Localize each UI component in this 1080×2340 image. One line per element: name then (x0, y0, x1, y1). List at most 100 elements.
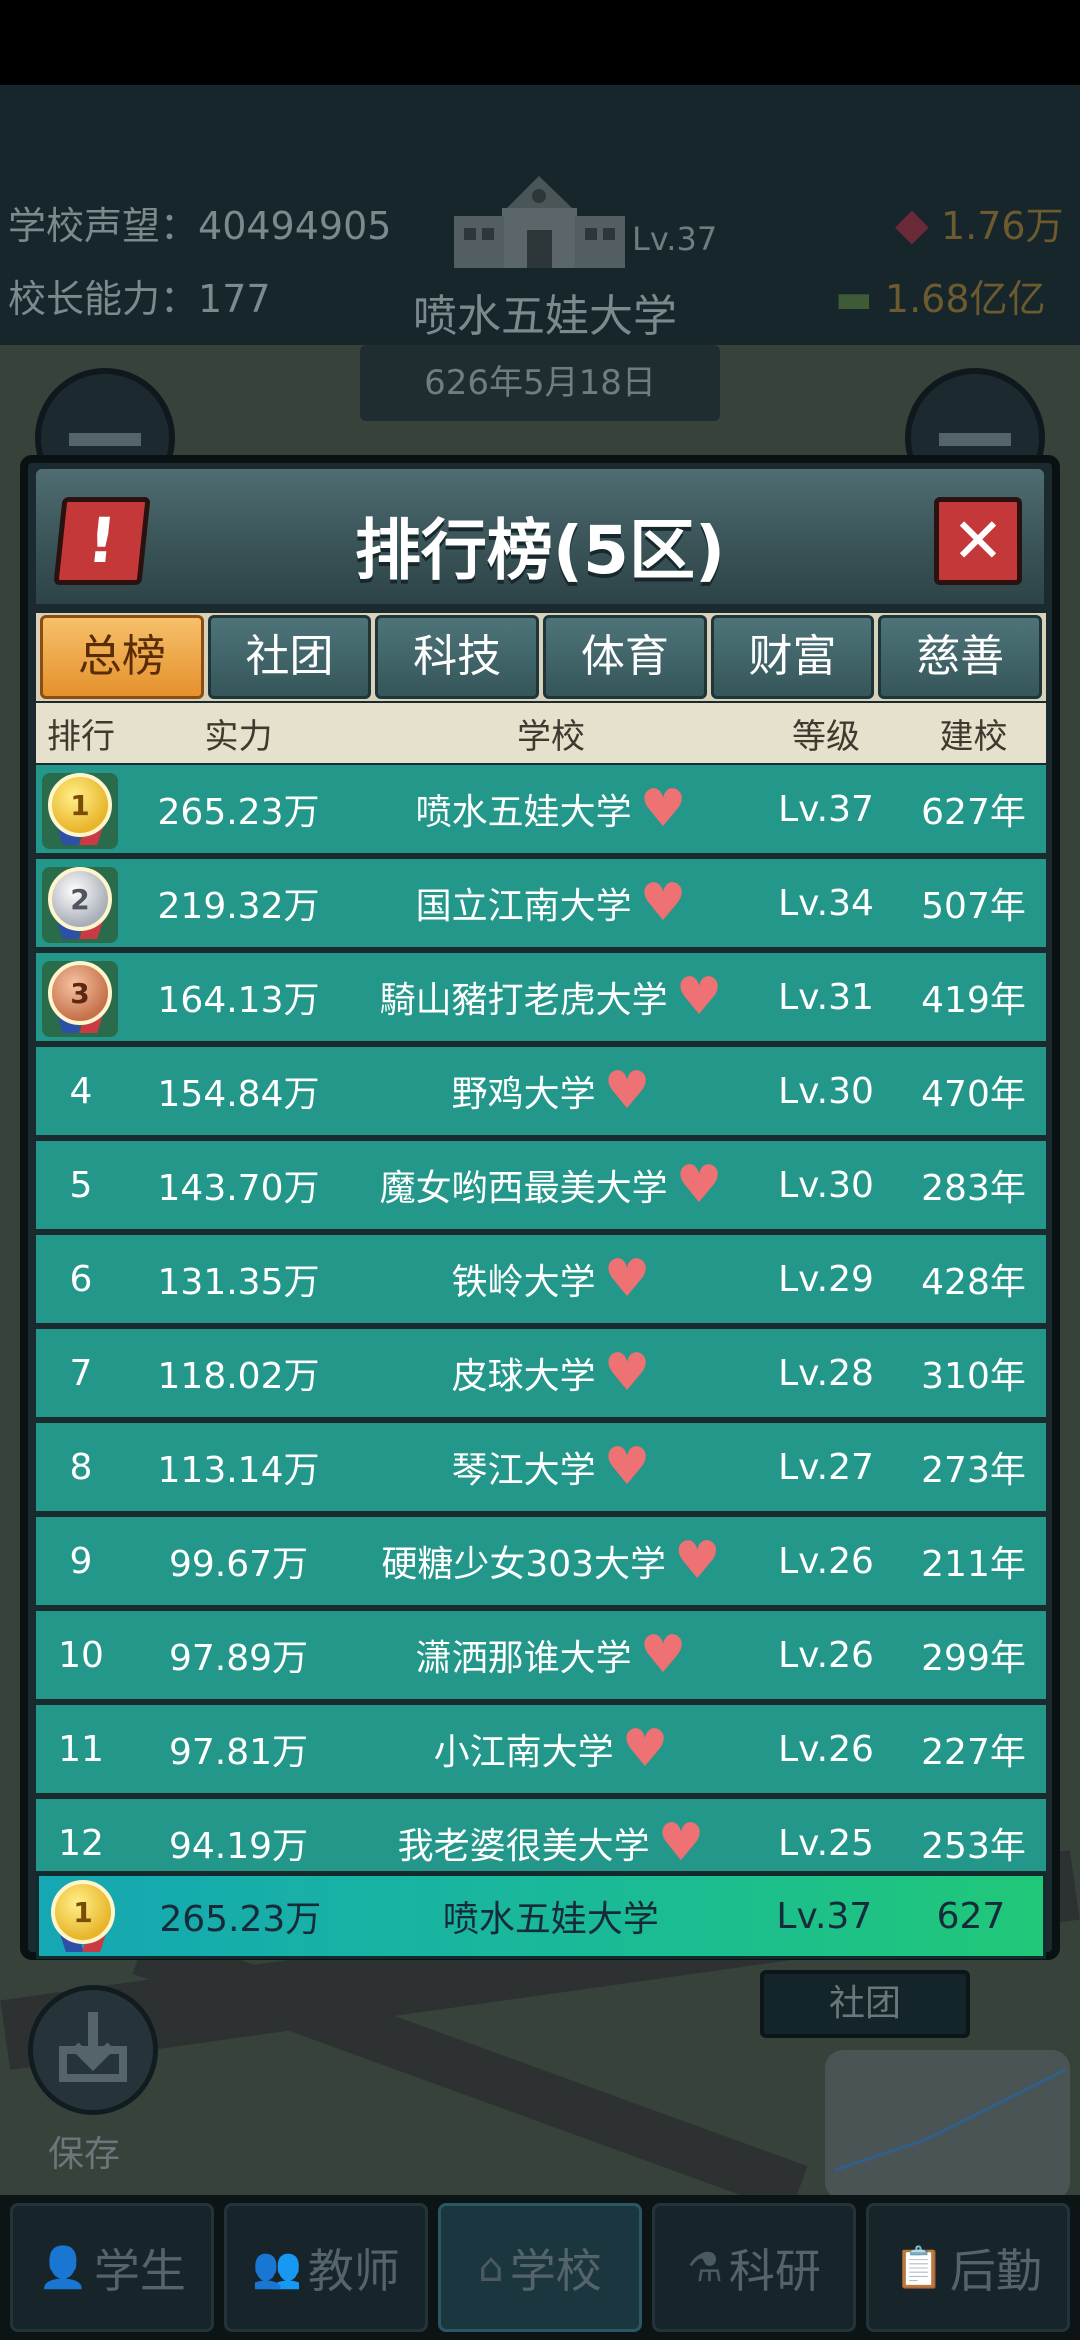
table-row[interactable]: 7 118.02万 皮球大学 ♥ Lv.28 310年 (36, 1329, 1046, 1417)
tab-charity[interactable]: 慈善 (878, 615, 1043, 699)
school-cell: 硬糖少女303大学 ♥ (351, 1535, 751, 1587)
ranking-list[interactable]: 1 265.23万 喷水五娃大学 ♥ Lv.37 627年 2 219.32万 国立江南大学 ♥ L… (36, 763, 1046, 1871)
nav-teachers[interactable]: 👥 教师 (224, 2203, 428, 2332)
rank-cell: 8 (69, 1446, 93, 1488)
table-row[interactable]: 12 94.19万 我老婆很美大学 ♥ Lv.25 253年 (36, 1799, 1046, 1871)
rank-cell: 10 (58, 1634, 104, 1676)
school-cell: 小江南大学 ♥ (351, 1723, 751, 1775)
close-icon: ✕ (952, 504, 1004, 577)
heart-icon[interactable]: ♥ (640, 877, 687, 929)
power-cell: 113.14万 (157, 1450, 320, 1491)
heart-icon[interactable]: ♥ (604, 1065, 651, 1117)
school-building-icon (454, 176, 625, 268)
level-cell: Lv.30 (778, 1164, 874, 1206)
gem-counter: ◆ 1.76万 (895, 195, 1064, 250)
my-school-name: 喷水五娃大学 (442, 1899, 659, 1940)
school-name: 小江南大学 (433, 1732, 614, 1773)
power-cell: 164.13万 (157, 980, 320, 1021)
rank-cell: 11 (58, 1728, 104, 1770)
tab-overall[interactable]: 总榜 (40, 615, 204, 699)
nav-research[interactable]: ⚗ 科研 (652, 2203, 856, 2332)
school-name: 野鸡大学 (451, 1074, 596, 1115)
table-row[interactable]: 4 154.84万 野鸡大学 ♥ Lv.30 470年 (36, 1047, 1046, 1135)
power-cell: 131.35万 (157, 1262, 320, 1303)
tab-sports[interactable]: 体育 (543, 615, 707, 699)
level-cell: Lv.29 (778, 1258, 874, 1300)
school-cell: 国立江南大学 ♥ (351, 877, 751, 929)
table-row[interactable]: 2 219.32万 国立江南大学 ♥ Lv.34 507年 (36, 859, 1046, 947)
level-cell: Lv.28 (778, 1352, 874, 1394)
close-button[interactable]: ✕ (934, 497, 1022, 585)
nav-logistics[interactable]: 📋 后勤 (866, 2203, 1070, 2332)
ranking-tabs: 总榜 社团 科技 体育 财富 慈善 (36, 613, 1046, 701)
column-power: 实力 (204, 716, 273, 757)
table-row[interactable]: 11 97.81万 小江南大学 ♥ Lv.26 227年 (36, 1705, 1046, 1793)
top-hud: 学校声望：40494905 校长能力：177 Lv.37 喷水五娃大学 ◆ 1.… (0, 85, 1080, 345)
founded-cell: 470年 (921, 1074, 1026, 1115)
power-cell: 94.19万 (168, 1826, 309, 1867)
heart-icon[interactable]: ♥ (640, 1629, 687, 1681)
level-cell: Lv.27 (778, 1446, 874, 1488)
trend-line (834, 2068, 1066, 2172)
heart-icon[interactable]: ♥ (604, 1253, 651, 1305)
founded-cell: 428年 (921, 1262, 1026, 1303)
heart-icon[interactable]: ♥ (676, 971, 723, 1023)
nav-teachers-label: 教师 (307, 2243, 400, 2298)
rank-cell: 6 (69, 1258, 93, 1300)
nav-students-label: 学生 (93, 2243, 186, 2298)
heart-icon[interactable]: ♥ (674, 1535, 721, 1587)
table-row[interactable]: 8 113.14万 琴江大学 ♥ Lv.27 273年 (36, 1423, 1046, 1511)
tab-club[interactable]: 社团 (207, 615, 372, 699)
club-building-tag[interactable]: 社团 (760, 1970, 970, 2038)
table-row[interactable]: 10 97.89万 潇洒那谁大学 ♥ Lv.26 299年 (36, 1611, 1046, 1699)
school-cell: 魔女哟西最美大学 ♥ (351, 1159, 751, 1211)
heart-icon[interactable]: ♥ (604, 1441, 651, 1493)
money-counter: ▬ 1.68亿亿 (835, 268, 1046, 323)
gem-icon: ◆ (895, 199, 929, 250)
nav-research-label: 科研 (728, 2243, 821, 2298)
tab-tech[interactable]: 科技 (375, 615, 540, 699)
student-icon: 👤 (38, 2245, 88, 2291)
cash-icon: ▬ (835, 276, 873, 322)
prestige-value: 40494905 (198, 204, 392, 248)
table-row[interactable]: 9 99.67万 硬糖少女303大学 ♥ Lv.26 211年 (36, 1517, 1046, 1605)
school-name: 魔女哟西最美大学 (379, 1168, 668, 1209)
rank-cell: 3 (36, 953, 126, 1041)
table-row[interactable]: 1 265.23万 喷水五娃大学 ♥ Lv.37 627年 (36, 765, 1046, 853)
column-header: 排行 实力 学校 等级 建校 (36, 703, 1046, 763)
column-school: 学校 (517, 716, 585, 757)
table-row[interactable]: 6 131.35万 铁岭大学 ♥ Lv.29 428年 (36, 1235, 1046, 1323)
heart-icon[interactable]: ♥ (604, 1347, 651, 1399)
power-cell: 97.89万 (168, 1638, 309, 1679)
school-name: 皮球大学 (451, 1356, 596, 1397)
mini-trend-chart[interactable] (825, 2050, 1070, 2200)
flask-icon: ⚗ (687, 2244, 723, 2291)
column-rank: 排行 (47, 716, 115, 757)
heart-icon[interactable]: ♥ (640, 783, 687, 835)
heart-icon[interactable]: ♥ (676, 1159, 723, 1211)
game-date: 626年5月18日 (360, 345, 720, 421)
school-name: 琴江大学 (451, 1450, 596, 1491)
nav-school[interactable]: ⌂ 学校 (438, 2203, 642, 2332)
clipboard-icon: 📋 (894, 2245, 944, 2291)
rank-cell: 9 (69, 1540, 93, 1582)
power-cell: 99.67万 (168, 1544, 309, 1585)
modal-title: 排行榜(5区) (354, 512, 726, 589)
teacher-icon: 👥 (252, 2245, 302, 2291)
school-name: 潇洒那谁大学 (415, 1638, 632, 1679)
table-row[interactable]: 5 143.70万 魔女哟西最美大学 ♥ Lv.30 283年 (36, 1141, 1046, 1229)
table-row[interactable]: 3 164.13万 騎山豬打老虎大学 ♥ Lv.31 419年 (36, 953, 1046, 1041)
gold-medal-icon: 1 (44, 773, 116, 845)
tab-wealth[interactable]: 财富 (710, 615, 875, 699)
my-school-row[interactable]: 1 265.23万 喷水五娃大学 Lv.37 627 (36, 1873, 1046, 1959)
school-cell: 铁岭大学 ♥ (351, 1253, 751, 1305)
my-level: Lv.37 (776, 1895, 873, 1937)
nav-students[interactable]: 👤 学生 (10, 2203, 214, 2332)
founded-cell: 273年 (921, 1450, 1026, 1491)
heart-icon[interactable]: ♥ (658, 1817, 705, 1869)
level-cell: Lv.34 (778, 882, 874, 924)
founded-cell: 211年 (921, 1544, 1026, 1585)
heart-icon[interactable]: ♥ (622, 1723, 669, 1775)
founded-cell: 310年 (921, 1356, 1026, 1397)
save-button[interactable] (28, 1985, 158, 2115)
